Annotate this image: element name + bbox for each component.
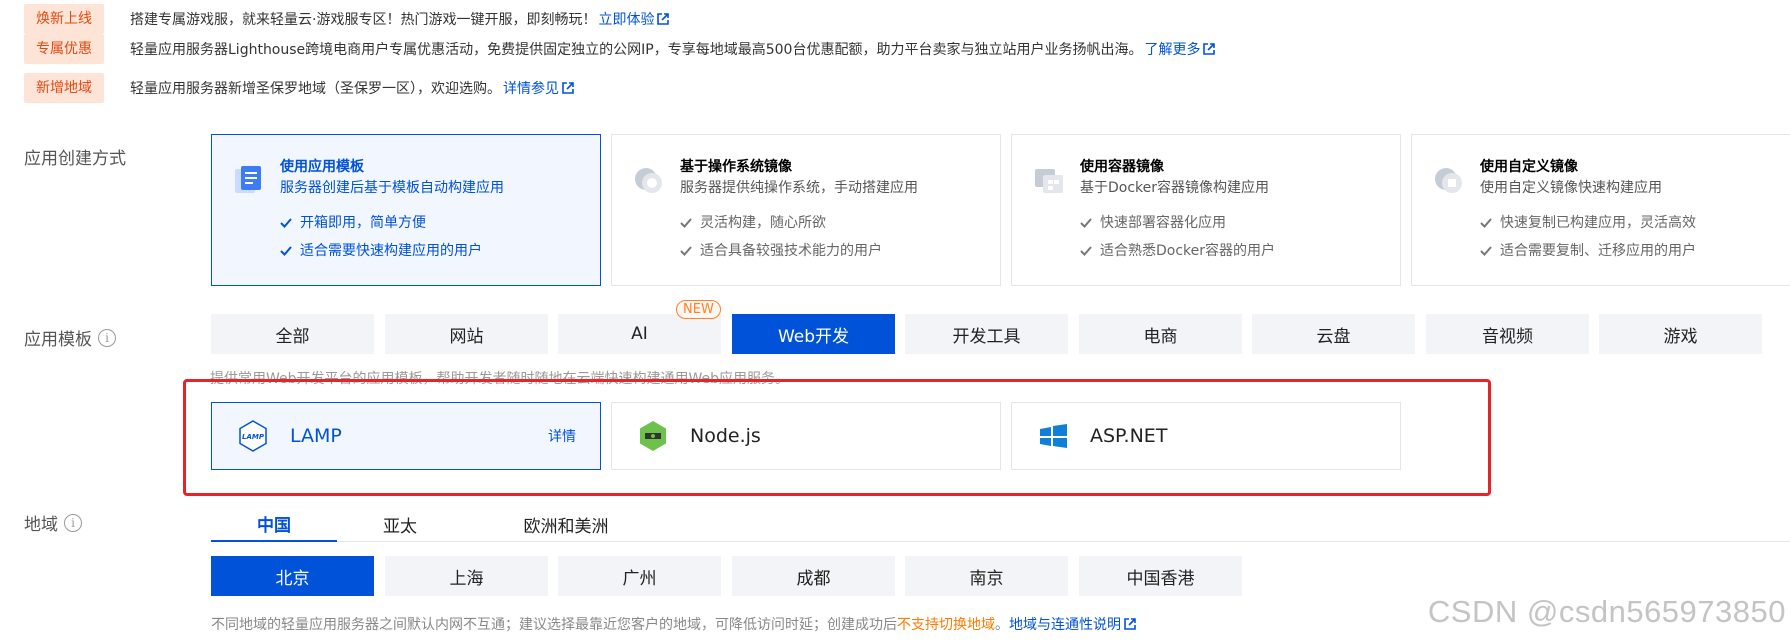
notice-row: 焕新上线 搭建专属游戏服，就来轻量云·游戏服专区！热门游戏一键开服，即刻畅玩！立… [24, 4, 670, 34]
method-title: 使用应用模板 [280, 159, 364, 175]
template-detail-link[interactable]: 详情 [548, 426, 576, 446]
method-desc: 服务器创建后基于模板自动构建应用 [280, 180, 504, 196]
method-point: 适合具备较强技术能力的用户 [680, 237, 980, 265]
tab-dev-tools[interactable]: 开发工具 [905, 314, 1068, 354]
method-title: 使用自定义镜像 [1480, 159, 1578, 175]
notice-row: 新增地域 轻量应用服务器新增圣保罗地域（圣保罗一区），欢迎选购。 详情参见 [24, 73, 574, 103]
city-nanjing[interactable]: 南京 [905, 556, 1068, 596]
method-point: 快速复制已构建应用，灵活高效 [1480, 209, 1770, 237]
check-icon [680, 246, 692, 256]
check-icon [280, 246, 292, 256]
tab-ai[interactable]: AI [558, 314, 721, 354]
template-name: LAMP [290, 425, 342, 447]
method-title: 基于操作系统镜像 [680, 159, 792, 175]
check-icon [1480, 218, 1492, 228]
notice-text: 轻量应用服务器Lighthouse跨境电商用户专属优惠活动，免费提供固定独立的公… [130, 39, 1216, 59]
city-guangzhou[interactable]: 广州 [558, 556, 721, 596]
template-name: ASP.NET [1090, 425, 1168, 447]
check-icon [680, 218, 692, 228]
method-point: 适合熟悉Docker容器的用户 [1080, 237, 1380, 265]
app-template-label: 应用模板 i [24, 325, 116, 350]
os-image-icon [635, 168, 662, 193]
method-title: 使用容器镜像 [1080, 159, 1164, 175]
check-icon [1080, 246, 1092, 256]
city-beijing[interactable]: 北京 [211, 556, 374, 596]
template-card-lamp[interactable]: LAMP LAMP 详情 [211, 402, 601, 470]
tab-audio-video[interactable]: 音视频 [1426, 314, 1589, 354]
svg-text:LAMP: LAMP [242, 433, 265, 441]
windows-logo-icon [1040, 424, 1067, 448]
notice-tag: 专属优惠 [24, 34, 104, 64]
region-label: 地域 i [24, 510, 82, 535]
tab-asia-pacific[interactable]: 亚太 [337, 506, 463, 542]
template-icon [235, 166, 261, 193]
external-link-icon [657, 13, 670, 25]
method-point: 开箱即用，简单方便 [280, 209, 580, 237]
city-shanghai[interactable]: 上海 [385, 556, 548, 596]
method-card-os-image[interactable]: 基于操作系统镜像 服务器提供纯操作系统，手动搭建应用 灵活构建，随心所欲 适合具… [611, 134, 1001, 286]
info-icon[interactable]: i [64, 513, 82, 532]
info-icon[interactable]: i [98, 328, 116, 347]
external-link-icon [562, 82, 574, 94]
method-point: 快速部署容器化应用 [1080, 209, 1380, 237]
notice-text: 搭建专属游戏服，就来轻量云·游戏服专区！热门游戏一键开服，即刻畅玩！ 立即体验 [130, 9, 670, 29]
notice-tag: 焕新上线 [24, 4, 104, 34]
custom-image-icon [1435, 168, 1462, 193]
container-image-icon [1035, 169, 1063, 193]
template-card-nodejs[interactable]: Node.js [611, 402, 1001, 470]
notice-text: 轻量应用服务器新增圣保罗地域（圣保罗一区），欢迎选购。 详情参见 [130, 78, 574, 98]
template-hint: 提供常用Web开发平台的应用模板，帮助开发者随时随地在云端快速构建通用Web应用… [210, 371, 790, 387]
nodejs-logo-icon [640, 421, 666, 451]
method-point: 适合需要快速构建应用的用户 [280, 237, 580, 265]
method-card-container-image[interactable]: 使用容器镜像 基于Docker容器镜像构建应用 快速部署容器化应用 适合熟悉Do… [1011, 134, 1401, 286]
template-card-aspnet[interactable]: ASP.NET [1011, 402, 1401, 470]
region-tab-bar: 中国 亚太 欧洲和美洲 [211, 506, 1790, 542]
region-connectivity-link[interactable]: 地域与连通性说明 [1009, 617, 1136, 633]
method-card-template[interactable]: 使用应用模板 服务器创建后基于模板自动构建应用 开箱即用，简单方便 适合需要快速… [211, 134, 601, 286]
notice-link[interactable]: 详情参见 [503, 81, 574, 97]
check-icon [280, 218, 292, 228]
notice-link[interactable]: 了解更多 [1144, 42, 1216, 58]
lamp-logo-icon: LAMP [239, 420, 267, 452]
watermark: CSDN @csdn565973850 [1427, 594, 1786, 629]
method-desc: 基于Docker容器镜像构建应用 [1080, 180, 1270, 196]
method-desc: 服务器提供纯操作系统，手动搭建应用 [680, 180, 918, 196]
external-link-icon [1124, 618, 1136, 630]
city-hongkong[interactable]: 中国香港 [1079, 556, 1242, 596]
new-badge: NEW [676, 300, 721, 319]
notice-row: 专属优惠 轻量应用服务器Lighthouse跨境电商用户专属优惠活动，免费提供固… [24, 34, 1216, 64]
tab-china[interactable]: 中国 [211, 506, 337, 542]
tab-all[interactable]: 全部 [211, 314, 374, 354]
method-desc: 使用自定义镜像快速构建应用 [1480, 180, 1662, 196]
tab-website[interactable]: 网站 [385, 314, 548, 354]
method-card-custom-image[interactable]: 使用自定义镜像 使用自定义镜像快速构建应用 快速复制已构建应用，灵活高效 适合需… [1411, 134, 1790, 286]
check-icon [1480, 246, 1492, 256]
check-icon [1080, 218, 1092, 228]
template-name: Node.js [690, 425, 761, 447]
tab-web-dev[interactable]: Web开发 [732, 314, 895, 354]
tab-games[interactable]: 游戏 [1599, 314, 1762, 354]
notice-tag: 新增地域 [24, 73, 104, 103]
method-point: 灵活构建，随心所欲 [680, 209, 980, 237]
region-note: 不同地域的轻量应用服务器之间默认内网不互通；建议选择最靠近您客户的地域，可降低访… [211, 614, 1136, 634]
creation-method-label: 应用创建方式 [24, 149, 126, 169]
notice-link[interactable]: 立即体验 [598, 12, 670, 28]
method-point: 适合需要复制、迁移应用的用户 [1480, 237, 1770, 265]
tab-cloud-disk[interactable]: 云盘 [1252, 314, 1415, 354]
tab-europe-americas[interactable]: 欧洲和美洲 [491, 506, 641, 542]
city-chengdu[interactable]: 成都 [732, 556, 895, 596]
tab-ecommerce[interactable]: 电商 [1079, 314, 1242, 354]
external-link-icon [1203, 43, 1216, 55]
